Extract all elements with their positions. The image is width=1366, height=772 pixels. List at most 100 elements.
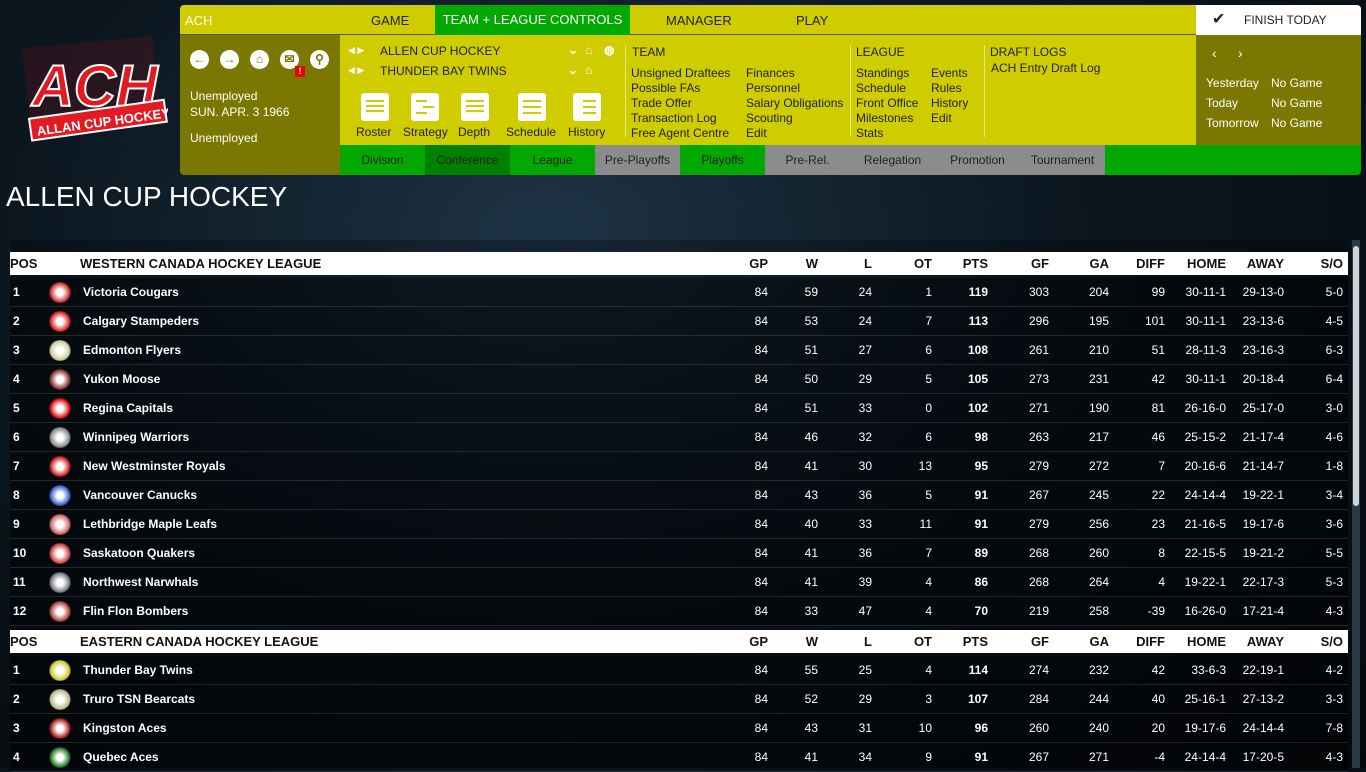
team-name[interactable]: New Westminster Royals xyxy=(83,452,226,481)
column-header-diff[interactable]: DIFF xyxy=(1136,254,1165,273)
team-name[interactable]: Thunder Bay Twins xyxy=(83,656,193,685)
team-home-icon[interactable]: ⌂ xyxy=(585,63,592,77)
team-menu-link[interactable]: Scouting xyxy=(746,111,843,126)
strategy-link[interactable]: Strategy xyxy=(403,125,448,139)
league-menu-link[interactable]: Rules xyxy=(931,81,968,96)
team-menu-link[interactable]: Salary Obligations xyxy=(746,96,843,111)
team-menu-link[interactable]: Finances xyxy=(746,66,843,81)
scrollbar-thumb[interactable] xyxy=(1353,246,1359,506)
column-header-so[interactable]: S/O xyxy=(1321,632,1343,651)
draft-log-link[interactable]: ACH Entry Draft Log xyxy=(991,61,1100,75)
table-row[interactable]: 1 Victoria Cougars 84 59 24 1 119 303 204 99 30-11… xyxy=(10,278,1348,307)
league-selector[interactable]: ALLEN CUP HOCKEY xyxy=(380,44,501,58)
league-menu-link[interactable]: Stats xyxy=(856,126,918,141)
column-header-so[interactable]: S/O xyxy=(1321,254,1343,273)
column-header-gf[interactable]: GF xyxy=(1031,254,1049,273)
strategy-icon[interactable] xyxy=(411,93,439,121)
column-header-home[interactable]: HOME xyxy=(1187,254,1226,273)
tab-pre-relegation[interactable]: Pre-Rel. xyxy=(765,145,850,175)
team-name[interactable]: Truro TSN Bearcats xyxy=(83,685,195,714)
today-game[interactable]: No Game xyxy=(1271,96,1322,110)
team-menu-link[interactable]: Personnel xyxy=(746,81,843,96)
table-row[interactable]: 10 Saskatoon Quakers 84 41 36 7 89 268 260 8 22-15… xyxy=(10,539,1348,568)
column-header-gf[interactable]: GF xyxy=(1031,632,1049,651)
column-header-gp[interactable]: GP xyxy=(749,632,768,651)
team-name[interactable]: Northwest Narwhals xyxy=(83,568,198,597)
team-name[interactable]: Saskatoon Quakers xyxy=(83,539,195,568)
dropdown-chevron-icon[interactable]: ⌄ xyxy=(568,63,578,77)
team-name[interactable]: Flin Flon Bombers xyxy=(83,597,188,626)
league-menu-link[interactable]: Standings xyxy=(856,66,918,81)
tab-league[interactable]: League xyxy=(510,145,595,175)
column-header-ga[interactable]: GA xyxy=(1090,254,1110,273)
team-name[interactable]: Yukon Moose xyxy=(83,365,160,394)
column-header-home[interactable]: HOME xyxy=(1187,632,1226,651)
column-header-l[interactable]: L xyxy=(864,632,872,651)
table-row[interactable]: 8 Vancouver Canucks 84 43 36 5 91 267 245 22 24-14… xyxy=(10,481,1348,510)
next-day-icon[interactable]: › xyxy=(1238,45,1243,61)
scrollbar[interactable] xyxy=(1352,240,1360,768)
team-name[interactable]: Calgary Stampeders xyxy=(83,307,199,336)
roster-link[interactable]: Roster xyxy=(356,125,391,139)
league-menu-link[interactable]: History xyxy=(931,96,968,111)
column-header-w[interactable]: W xyxy=(806,632,818,651)
team-name[interactable]: Winnipeg Warriors xyxy=(83,423,189,452)
column-header-gp[interactable]: GP xyxy=(749,254,768,273)
league-menu-link[interactable]: Milestones xyxy=(856,111,918,126)
table-row[interactable]: 2 Calgary Stampeders 84 53 24 7 113 296 195 101 30… xyxy=(10,307,1348,336)
table-row[interactable]: 3 Edmonton Flyers 84 51 27 6 108 261 210 51 28-11-… xyxy=(10,336,1348,365)
league-home-icon[interactable]: ⌂ xyxy=(585,43,592,57)
table-row[interactable]: 7 New Westminster Royals 84 41 30 13 95 279 272 7… xyxy=(10,452,1348,481)
column-header-away[interactable]: AWAY xyxy=(1247,632,1284,651)
nav-play[interactable]: PLAY xyxy=(796,13,828,28)
column-header-away[interactable]: AWAY xyxy=(1247,254,1284,273)
league-menu-link[interactable]: Edit xyxy=(931,111,968,126)
team-name[interactable]: Victoria Cougars xyxy=(83,278,179,307)
team-prev-next-arrows[interactable]: ◀ ▶ xyxy=(348,65,364,76)
tab-promotion[interactable]: Promotion xyxy=(935,145,1020,175)
team-name[interactable]: Regina Capitals xyxy=(83,394,173,423)
dropdown-chevron-icon[interactable]: ⌄ xyxy=(568,43,578,57)
roster-icon[interactable] xyxy=(361,93,389,121)
nav-team-league-controls[interactable]: TEAM + LEAGUE CONTROLS xyxy=(435,5,630,35)
table-row[interactable]: 4 Yukon Moose 84 50 29 5 105 273 231 42 30-11-1 20-… xyxy=(10,365,1348,394)
table-row[interactable]: 5 Regina Capitals 84 51 33 0 102 271 190 81 26-16-… xyxy=(10,394,1348,423)
table-row[interactable]: 6 Winnipeg Warriors 84 46 32 6 98 263 217 46 25-15… xyxy=(10,423,1348,452)
history-link[interactable]: History xyxy=(568,125,605,139)
column-header-pos[interactable]: POS xyxy=(10,632,37,651)
history-icon[interactable] xyxy=(573,93,601,121)
tab-pre-playoffs[interactable]: Pre-Playoffs xyxy=(595,145,680,175)
table-row[interactable]: 3 Kingston Aces 84 43 31 10 96 260 240 20 19-17-6 2… xyxy=(10,714,1348,743)
schedule-link[interactable]: Schedule xyxy=(506,125,556,139)
table-row[interactable]: 12 Flin Flon Bombers 84 33 47 4 70 219 258 -39 16-… xyxy=(10,597,1348,626)
team-name[interactable]: Vancouver Canucks xyxy=(83,481,197,510)
depth-icon[interactable] xyxy=(461,93,489,121)
nav-game[interactable]: GAME xyxy=(371,13,409,28)
league-menu-link[interactable]: Events xyxy=(931,66,968,81)
column-header-diff[interactable]: DIFF xyxy=(1136,632,1165,651)
team-menu-link[interactable]: Free Agent Centre xyxy=(631,126,730,141)
nav-manager[interactable]: MANAGER xyxy=(666,13,732,28)
tab-tournament[interactable]: Tournament xyxy=(1020,145,1105,175)
column-header-l[interactable]: L xyxy=(864,254,872,273)
team-menu-link[interactable]: Unsigned Draftees xyxy=(631,66,730,81)
tab-playoffs[interactable]: Playoffs xyxy=(680,145,765,175)
schedule-icon[interactable] xyxy=(518,93,546,121)
search-icon[interactable]: ⚲ xyxy=(310,50,329,69)
finish-today-button[interactable]: ✔ FINISH TODAY xyxy=(1196,5,1361,35)
team-menu-link[interactable]: Transaction Log xyxy=(631,111,730,126)
forward-icon[interactable]: → xyxy=(220,50,239,69)
team-selector[interactable]: THUNDER BAY TWINS xyxy=(380,64,507,78)
globe-icon[interactable]: ◍ xyxy=(604,43,614,57)
league-prev-next-arrows[interactable]: ◀ ▶ xyxy=(348,45,364,56)
tomorrow-game[interactable]: No Game xyxy=(1271,116,1322,130)
league-abbr[interactable]: ACH xyxy=(185,13,212,28)
column-header-ot[interactable]: OT xyxy=(914,254,932,273)
column-header-pos[interactable]: POS xyxy=(10,254,37,273)
tab-relegation[interactable]: Relegation xyxy=(850,145,935,175)
table-row[interactable]: 2 Truro TSN Bearcats 84 52 29 3 107 284 244 40 25-… xyxy=(10,685,1348,714)
league-menu-link[interactable]: Schedule xyxy=(856,81,918,96)
yesterday-game[interactable]: No Game xyxy=(1271,76,1322,90)
team-menu-link[interactable]: Possible FAs xyxy=(631,81,730,96)
tab-division[interactable]: Division xyxy=(340,145,425,175)
